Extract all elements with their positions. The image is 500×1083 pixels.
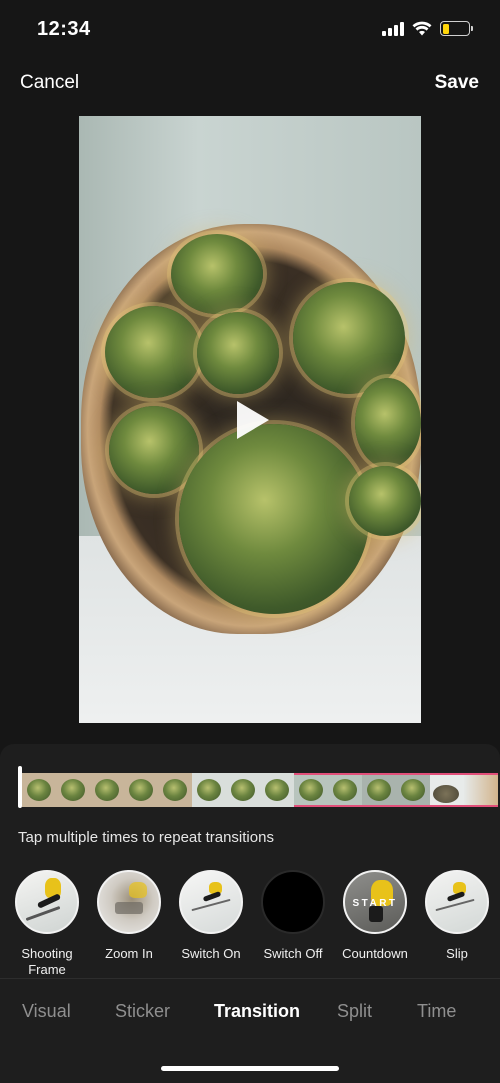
timeline-frame [260, 773, 294, 807]
effect-label: Switch On [181, 946, 241, 961]
timeline-frame [396, 773, 430, 807]
effect-zoom-in[interactable]: Zoom In [89, 870, 169, 962]
effect-slip[interactable]: Slip [417, 870, 497, 962]
cactus [197, 312, 279, 394]
video-preview[interactable] [79, 116, 421, 723]
effect-shooting-frame[interactable]: Shooting Frame [7, 870, 87, 978]
play-icon[interactable] [237, 401, 269, 439]
timeline-frame [226, 773, 260, 807]
effect-label: Countdown [342, 946, 408, 961]
cactus [105, 306, 201, 398]
shooting-frame-thumbnail [15, 870, 79, 934]
timeline-frame [430, 773, 464, 807]
effect-switch-on[interactable]: Switch On [171, 870, 251, 962]
timeline-frame [22, 773, 56, 807]
zoom-in-thumbnail [97, 870, 161, 934]
battery-level [442, 23, 449, 34]
cactus [179, 424, 369, 614]
timeline-strip[interactable] [18, 766, 498, 808]
timeline-thumbnails [22, 773, 498, 807]
cactus [171, 234, 263, 314]
timeline-frame [56, 773, 90, 807]
cactus [355, 378, 421, 468]
transition-effects-list: Shooting Frame Zoom In Switch On Switch … [0, 870, 500, 980]
effect-switch-off[interactable]: Switch Off [253, 870, 333, 962]
cactus [349, 466, 421, 536]
timeline-frame [124, 773, 158, 807]
timeline-frame [464, 773, 498, 807]
cactus [109, 406, 199, 494]
status-icons [382, 21, 473, 36]
effect-label: Slip [446, 946, 468, 961]
switch-off-thumbnail [261, 870, 325, 934]
timeline-frame [90, 773, 124, 807]
battery-icon [440, 21, 473, 36]
tab-transition[interactable]: Transition [214, 1001, 300, 1022]
countdown-start-text: START [352, 898, 398, 909]
editor-tab-bar: Visual Sticker Transition Split Time [0, 978, 500, 1044]
status-bar: 12:34 [0, 0, 500, 60]
effect-label: Switch Off [263, 946, 323, 961]
tab-sticker[interactable]: Sticker [115, 1001, 170, 1022]
effect-label: Shooting Frame [21, 946, 73, 977]
save-button[interactable]: Save [435, 72, 479, 94]
status-time: 12:34 [37, 18, 91, 40]
tab-visual[interactable]: Visual [22, 1001, 71, 1022]
home-indicator[interactable] [161, 1066, 339, 1071]
signal-icon [382, 21, 404, 36]
cancel-button[interactable]: Cancel [20, 72, 79, 94]
effect-label: Zoom In [105, 946, 153, 961]
tab-split[interactable]: Split [337, 1001, 372, 1022]
wifi-icon [412, 21, 432, 36]
switch-on-thumbnail [179, 870, 243, 934]
timeline-frame [328, 773, 362, 807]
transition-hint: Tap multiple times to repeat transitions [18, 829, 274, 846]
timeline-frame [158, 773, 192, 807]
tab-time[interactable]: Time [417, 1001, 456, 1022]
countdown-thumbnail: START [343, 870, 407, 934]
effect-countdown[interactable]: START Countdown [335, 870, 415, 962]
slip-thumbnail [425, 870, 489, 934]
editor-top-bar: Cancel Save [0, 70, 500, 100]
timeline-frame [294, 773, 328, 807]
timeline-playhead[interactable] [18, 766, 22, 808]
timeline-frame [192, 773, 226, 807]
timeline-frame [362, 773, 396, 807]
